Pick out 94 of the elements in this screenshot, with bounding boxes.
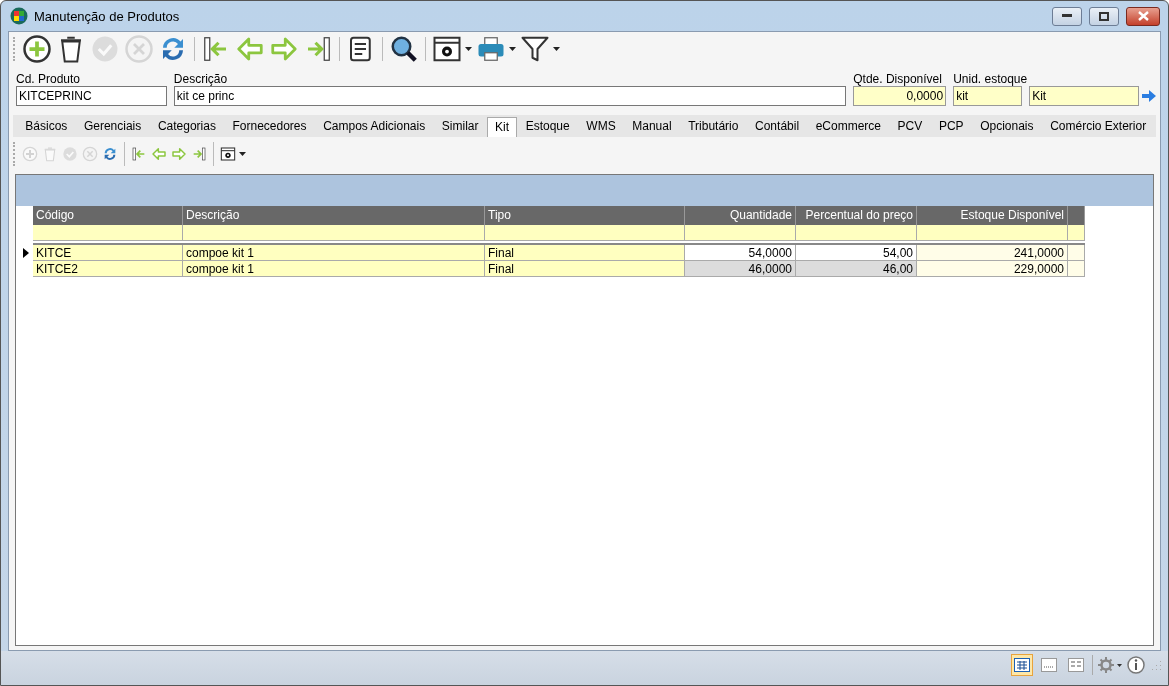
table-cell: KITCE2 bbox=[33, 261, 183, 277]
tab[interactable]: WMS bbox=[578, 116, 624, 137]
table-cell: compoe kit 1 bbox=[183, 245, 485, 261]
checkmark-circle-icon bbox=[90, 34, 120, 64]
filter-cell[interactable] bbox=[685, 225, 796, 241]
caret-icon bbox=[509, 47, 516, 51]
plus-circle-button[interactable] bbox=[21, 33, 53, 65]
tab[interactable]: Tributário bbox=[679, 116, 747, 137]
close-button[interactable] bbox=[1126, 6, 1160, 26]
tab[interactable]: PCV bbox=[889, 116, 931, 137]
tab[interactable]: Básicos bbox=[17, 116, 76, 137]
minimize-icon bbox=[1062, 14, 1072, 18]
form-view-icon bbox=[1068, 658, 1084, 672]
app-logo-icon bbox=[10, 7, 28, 25]
filter-icon bbox=[520, 34, 550, 64]
blank-cell bbox=[1068, 245, 1085, 261]
field-label: Qtde. Disponível bbox=[853, 72, 943, 86]
filter-cell[interactable] bbox=[485, 225, 685, 241]
blank-cell bbox=[1068, 261, 1085, 277]
checkmark-circle-icon bbox=[62, 146, 78, 162]
tab[interactable]: PCP bbox=[930, 116, 972, 137]
field-label: Descrição bbox=[173, 72, 229, 86]
column-header[interactable]: Tipo bbox=[485, 206, 685, 225]
table-cell: 46,0000 bbox=[685, 261, 796, 277]
table-cell: 241,0000 bbox=[917, 245, 1068, 261]
table-cell: 54,0000 bbox=[685, 245, 796, 261]
search-icon bbox=[389, 34, 419, 64]
table-cell: Final bbox=[485, 261, 685, 277]
x-circle-icon bbox=[82, 146, 98, 162]
table-cell: compoe kit 1 bbox=[183, 261, 485, 277]
plus-circle-icon bbox=[22, 34, 52, 64]
filter-cell[interactable] bbox=[33, 225, 183, 241]
right-arrow-button[interactable] bbox=[170, 145, 188, 163]
gear-window-icon bbox=[432, 34, 462, 64]
right-arrow-icon bbox=[171, 146, 187, 162]
minimize-button[interactable] bbox=[1052, 6, 1082, 26]
caret-icon bbox=[239, 152, 246, 156]
field-label: Cd. Produto bbox=[16, 72, 82, 86]
tab[interactable]: Campos Adicionais bbox=[314, 116, 434, 137]
table-cell: Final bbox=[485, 245, 685, 261]
maximize-icon bbox=[1099, 11, 1109, 21]
filter-cell[interactable] bbox=[917, 225, 1068, 241]
caret-icon bbox=[465, 47, 472, 51]
input-field[interactable]: KITCEPRINC bbox=[16, 86, 167, 106]
plus-circle-icon bbox=[22, 146, 38, 162]
gear-window-icon bbox=[220, 146, 236, 162]
column-header[interactable]: Estoque Disponível bbox=[917, 206, 1068, 225]
column-header[interactable]: Descrição bbox=[183, 206, 485, 225]
x-circle-icon bbox=[124, 34, 154, 64]
tab[interactable]: Opcionais bbox=[971, 116, 1042, 137]
input-field[interactable]: 0,0000 bbox=[853, 86, 947, 106]
tab[interactable]: Comércio Exterior bbox=[1041, 116, 1155, 137]
right-arrow-icon[interactable] bbox=[1142, 90, 1156, 102]
column-header[interactable]: Percentual do preço bbox=[796, 206, 917, 225]
table-cell: 46,00 bbox=[796, 261, 917, 277]
info-icon[interactable] bbox=[1127, 656, 1145, 674]
maximize-button[interactable] bbox=[1089, 6, 1119, 26]
table-cell: KITCE bbox=[33, 245, 183, 261]
first-record-icon bbox=[131, 146, 147, 162]
tab[interactable]: Fornecedores bbox=[224, 116, 315, 137]
tab[interactable]: Contábil bbox=[746, 116, 808, 137]
tab[interactable]: eCommerce bbox=[807, 116, 890, 137]
input-field[interactable]: kit ce princ bbox=[173, 86, 847, 106]
input-field[interactable]: kit bbox=[953, 86, 1023, 106]
blank-header bbox=[1068, 206, 1085, 225]
column-header[interactable]: Quantidade bbox=[685, 206, 796, 225]
close-icon bbox=[1137, 11, 1149, 21]
last-record-icon bbox=[191, 146, 207, 162]
list-view-icon bbox=[1041, 658, 1057, 672]
tab[interactable]: Estoque bbox=[517, 116, 578, 137]
tab[interactable]: Categorias bbox=[149, 116, 225, 137]
resize-grip-icon[interactable] bbox=[1150, 659, 1162, 671]
table-cell: 54,00 bbox=[796, 245, 917, 261]
window-title: Manutenção de Produtos bbox=[34, 8, 180, 24]
table-cell: 229,0000 bbox=[917, 261, 1068, 277]
filter-cell[interactable] bbox=[796, 225, 917, 241]
left-arrow-icon bbox=[151, 146, 167, 162]
blank-cell bbox=[1068, 225, 1085, 241]
gear-window-dropdown[interactable] bbox=[219, 145, 247, 163]
printer-icon bbox=[476, 34, 506, 64]
tab[interactable]: Manual bbox=[623, 116, 680, 137]
tab[interactable]: Gerenciais bbox=[75, 116, 150, 137]
left-arrow-button[interactable] bbox=[150, 145, 168, 163]
column-header[interactable]: Código bbox=[33, 206, 183, 225]
input-field[interactable]: Kit bbox=[1029, 86, 1139, 106]
refresh-icon bbox=[102, 146, 118, 162]
settings-icon[interactable] bbox=[1098, 657, 1122, 673]
grid-view-button[interactable] bbox=[1011, 654, 1033, 676]
filter-cell[interactable] bbox=[183, 225, 485, 241]
grid-view-icon bbox=[1014, 658, 1030, 672]
caret-icon bbox=[553, 47, 560, 51]
tab[interactable]: Similar bbox=[433, 116, 487, 137]
tab[interactable]: Kit bbox=[486, 117, 518, 137]
trash-can-icon bbox=[42, 146, 58, 162]
